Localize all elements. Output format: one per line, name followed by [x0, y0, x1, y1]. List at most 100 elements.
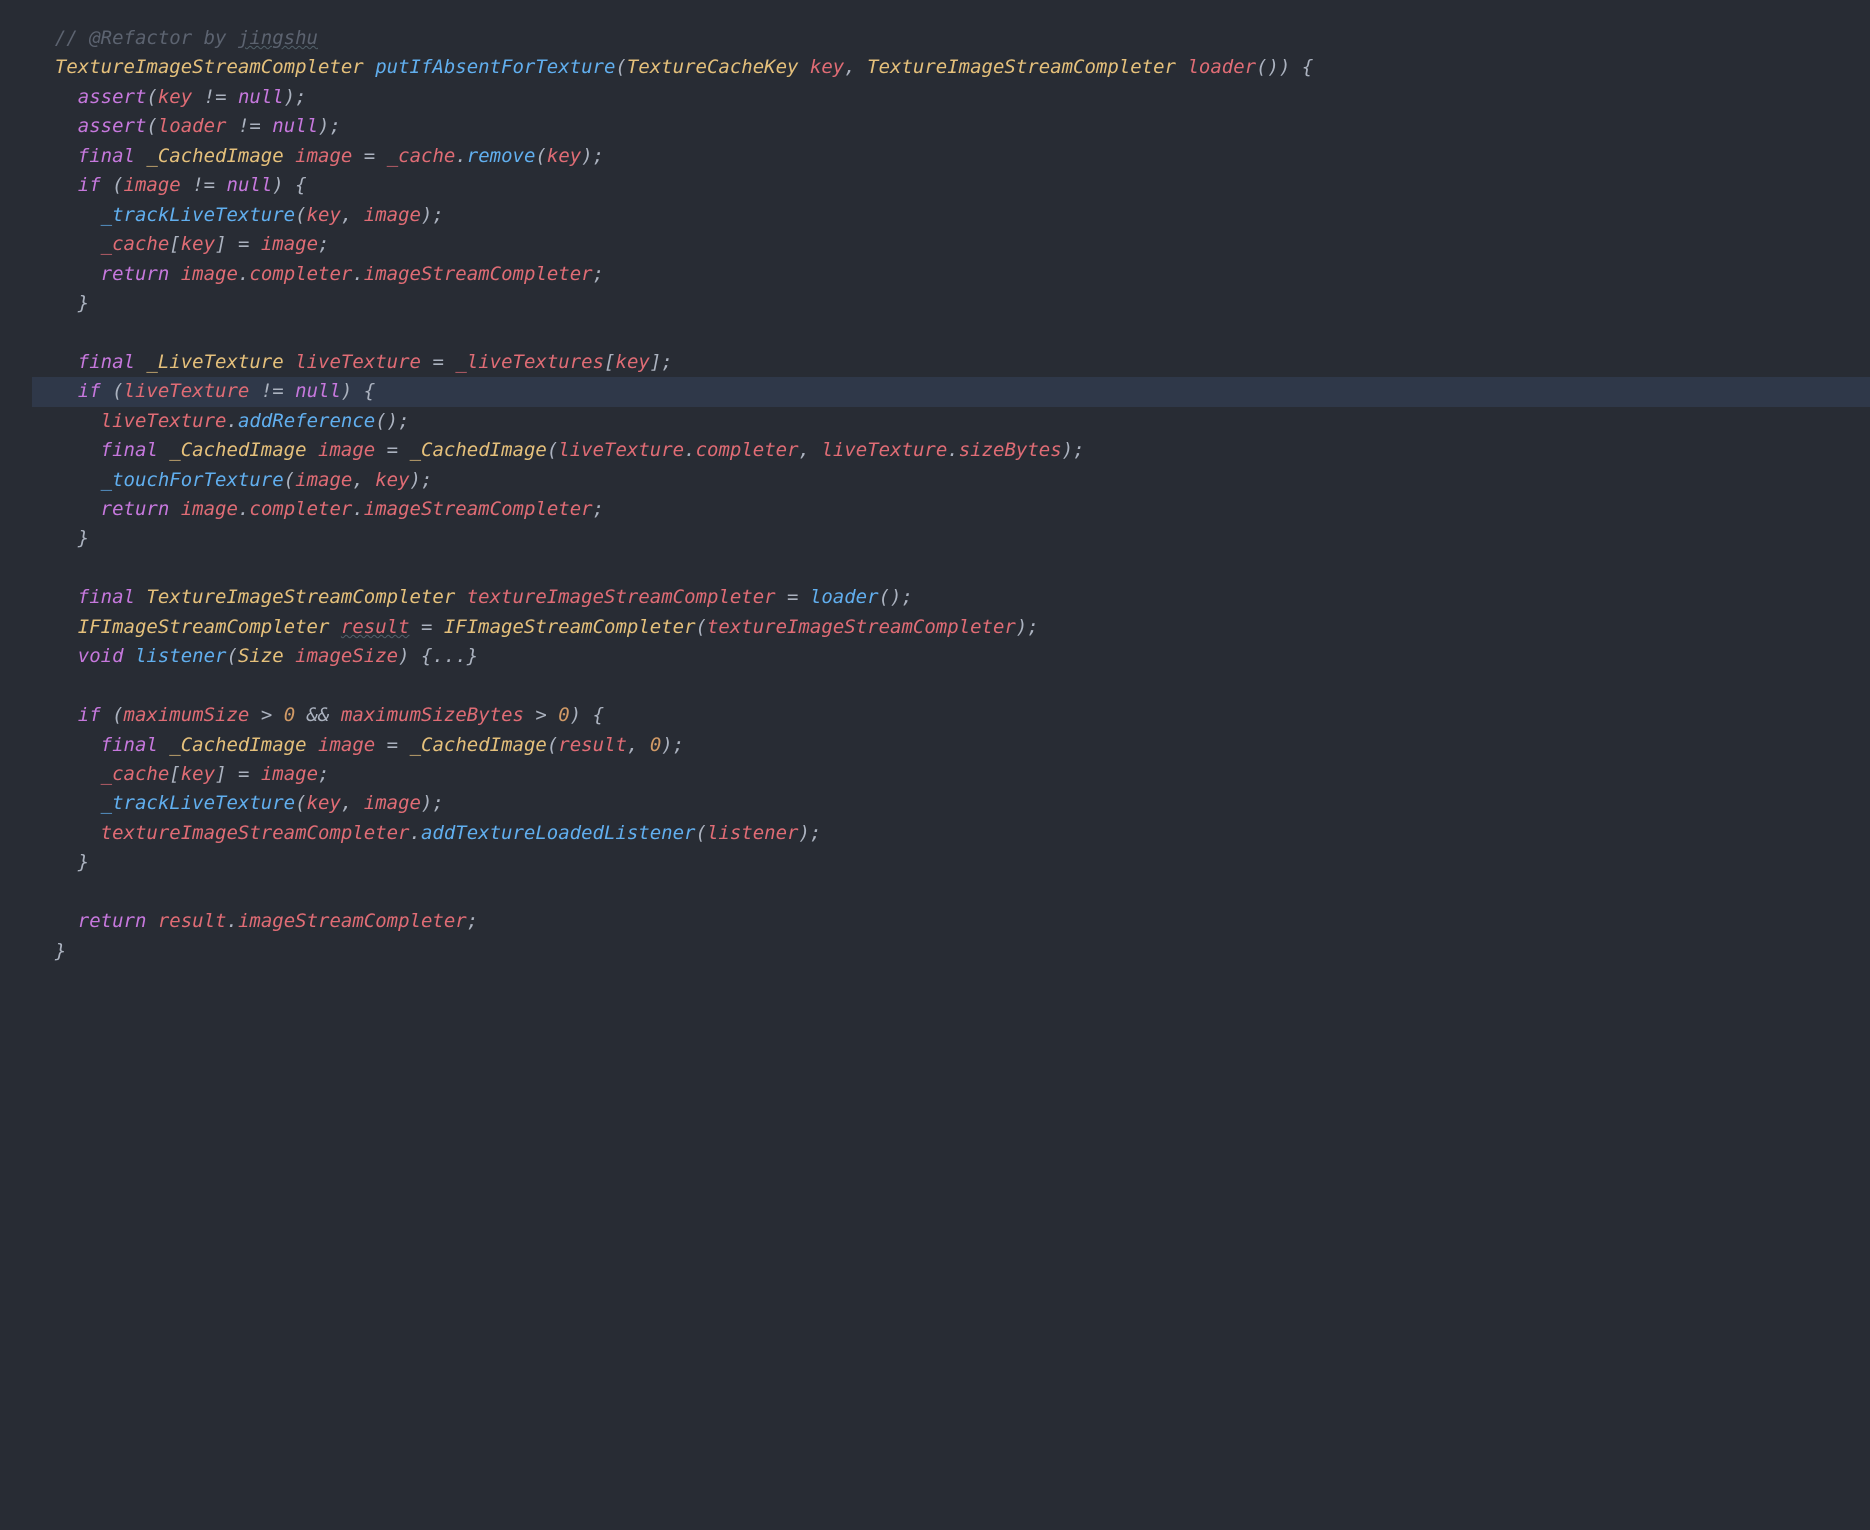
code-editor[interactable]: // @Refactor by jingshu TextureImageStre…: [32, 24, 1870, 966]
token-ident: liveTexture: [295, 351, 421, 373]
code-line[interactable]: final _CachedImage image = _CachedImage(…: [32, 731, 1870, 760]
token-punc: (: [101, 174, 124, 196]
code-line[interactable]: return result.imageStreamCompleter;: [32, 907, 1870, 936]
token-fn: remove: [467, 145, 536, 167]
code-line[interactable]: TextureImageStreamCompleter putIfAbsentF…: [32, 53, 1870, 82]
token-punc: ] =: [215, 233, 261, 255]
token-ident: _cache: [101, 763, 170, 785]
token-punc: (: [227, 645, 238, 667]
code-line[interactable]: void listener(Size imageSize) {...}: [32, 642, 1870, 671]
token-type: _CachedImage: [410, 439, 547, 461]
token-num: 0: [650, 734, 661, 756]
code-line[interactable]: return image.completer.imageStreamComple…: [32, 495, 1870, 524]
code-line[interactable]: assert(key != null);: [32, 83, 1870, 112]
token-type: _CachedImage: [410, 734, 547, 756]
token-punc: .: [947, 439, 958, 461]
token-punc: ): [398, 645, 421, 667]
token-fold: {...}: [421, 645, 478, 667]
code-line[interactable]: _trackLiveTexture(key, image);: [32, 789, 1870, 818]
code-line[interactable]: [32, 878, 1870, 907]
token-ident: _liveTextures: [455, 351, 604, 373]
token-ident: textureImageStreamCompleter: [467, 586, 776, 608]
token-fn: listener: [135, 645, 227, 667]
token-fn: putIfAbsentForTexture: [375, 56, 615, 78]
code-line[interactable]: liveTexture.addReference();: [32, 407, 1870, 436]
code-line[interactable]: [32, 318, 1870, 347]
code-line[interactable]: }: [32, 289, 1870, 318]
token-plain: [32, 86, 78, 108]
token-punc: );: [284, 86, 307, 108]
code-line[interactable]: final _LiveTexture liveTexture = _liveTe…: [32, 348, 1870, 377]
token-punc: ];: [650, 351, 673, 373]
token-punc: ,: [341, 204, 364, 226]
token-plain: [169, 263, 180, 285]
token-plain: [32, 380, 78, 402]
code-line[interactable]: final TextureImageStreamCompleter textur…: [32, 583, 1870, 612]
token-plain: [1176, 56, 1187, 78]
token-punc: );: [318, 115, 341, 137]
token-punc: !=: [249, 380, 295, 402]
token-ident: result: [158, 910, 227, 932]
code-line[interactable]: // @Refactor by jingshu: [32, 24, 1870, 53]
code-line[interactable]: IFImageStreamCompleter result = IFImageS…: [32, 613, 1870, 642]
token-plain: [455, 586, 466, 608]
code-line[interactable]: return image.completer.imageStreamComple…: [32, 260, 1870, 289]
token-ident: key: [158, 86, 192, 108]
token-kw: null: [272, 115, 318, 137]
code-line[interactable]: _trackLiveTexture(key, image);: [32, 201, 1870, 230]
token-punc: (: [146, 115, 157, 137]
token-plain: [146, 910, 157, 932]
code-line[interactable]: textureImageStreamCompleter.addTextureLo…: [32, 819, 1870, 848]
token-ident: completer: [249, 263, 352, 285]
token-kw: null: [295, 380, 341, 402]
token-punc: [: [169, 233, 180, 255]
token-plain: [135, 145, 146, 167]
token-plain: [32, 204, 101, 226]
token-fn: addTextureLoadedListener: [421, 822, 696, 844]
token-punc: ;: [593, 263, 604, 285]
token-ident: image: [261, 763, 318, 785]
code-line[interactable]: }: [32, 848, 1870, 877]
token-ident: maximumSize: [124, 704, 250, 726]
token-punc: .: [352, 498, 363, 520]
token-punc: >: [524, 704, 558, 726]
token-ident: imageSize: [295, 645, 398, 667]
code-line[interactable]: if (liveTexture != null) {: [32, 377, 1870, 406]
code-line[interactable]: }: [32, 937, 1870, 966]
token-punc: !=: [181, 174, 227, 196]
token-cmt: jingshu: [238, 27, 318, 49]
code-line[interactable]: if (maximumSize > 0 && maximumSizeBytes …: [32, 701, 1870, 730]
token-plain: [32, 469, 101, 491]
token-fn: _trackLiveTexture: [101, 204, 295, 226]
token-ident: image: [364, 204, 421, 226]
token-ident: liveTexture: [124, 380, 250, 402]
token-ident: image: [318, 734, 375, 756]
token-ident: completer: [249, 498, 352, 520]
code-line[interactable]: _touchForTexture(image, key);: [32, 466, 1870, 495]
token-plain: [32, 174, 78, 196]
token-plain: [32, 115, 78, 137]
token-ident: loader: [1187, 56, 1256, 78]
token-ident: image: [295, 469, 352, 491]
token-punc: ();: [879, 586, 913, 608]
token-punc: =: [375, 734, 409, 756]
code-line[interactable]: _cache[key] = image;: [32, 230, 1870, 259]
code-line[interactable]: final _CachedImage image = _CachedImage(…: [32, 436, 1870, 465]
token-type: _LiveTexture: [146, 351, 283, 373]
token-kw: null: [238, 86, 284, 108]
code-line[interactable]: [32, 672, 1870, 701]
token-ident: loader: [158, 115, 227, 137]
code-line[interactable]: if (image != null) {: [32, 171, 1870, 200]
code-line[interactable]: _cache[key] = image;: [32, 760, 1870, 789]
token-punc: (: [547, 439, 558, 461]
token-plain: [32, 351, 78, 373]
token-plain: [32, 792, 101, 814]
code-line[interactable]: }: [32, 524, 1870, 553]
token-punc: .: [455, 145, 466, 167]
token-punc: ,: [627, 734, 650, 756]
code-line[interactable]: final _CachedImage image = _cache.remove…: [32, 142, 1870, 171]
token-type: TextureCacheKey: [627, 56, 799, 78]
code-line[interactable]: assert(loader != null);: [32, 112, 1870, 141]
code-line[interactable]: [32, 554, 1870, 583]
token-plain: [124, 645, 135, 667]
